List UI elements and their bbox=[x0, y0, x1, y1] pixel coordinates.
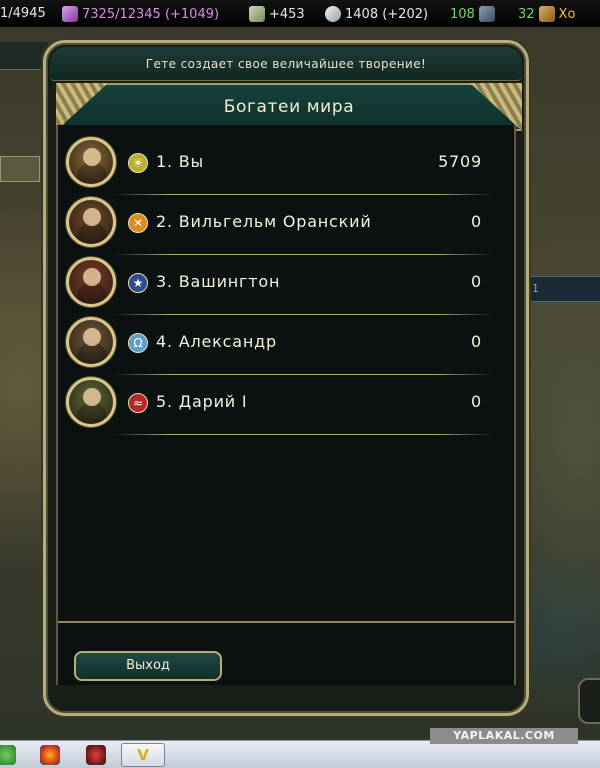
ranking-row[interactable]: ☀ 1. Вы 5709 bbox=[66, 135, 506, 195]
ranking-row[interactable]: ✕ 2. Вильгельм Оранский 0 bbox=[66, 195, 506, 255]
horse-icon bbox=[538, 6, 555, 22]
city-banner-right[interactable]: 1 bbox=[524, 276, 600, 302]
player-name: 1. Вы bbox=[156, 152, 204, 171]
leader-portrait[interactable] bbox=[66, 257, 116, 307]
tourism-icon bbox=[478, 6, 495, 22]
dialog-title: Богатеи мира bbox=[56, 83, 522, 131]
faith-value: 1408 (+202) bbox=[345, 6, 429, 22]
app-icon[interactable] bbox=[86, 745, 106, 765]
resource-bar: 1/4945 7325/12345 (+1049) +453 1408 (+20… bbox=[0, 0, 600, 28]
player-score: 5709 bbox=[438, 152, 482, 171]
player-score: 0 bbox=[471, 332, 482, 351]
active-app-civ-icon[interactable]: V bbox=[121, 743, 165, 767]
player-score: 0 bbox=[471, 212, 482, 231]
gold-value: +453 bbox=[269, 6, 305, 22]
site-watermark: YAPLAKAL.COM bbox=[430, 728, 578, 744]
leader-portrait[interactable] bbox=[66, 317, 116, 367]
os-taskbar: V bbox=[0, 740, 600, 768]
player-score: 0 bbox=[471, 272, 482, 291]
firefox-icon[interactable] bbox=[40, 745, 60, 765]
exit-button[interactable]: Выход bbox=[74, 651, 222, 681]
player-name: 5. Дарий I bbox=[156, 392, 248, 411]
city-banner-left[interactable] bbox=[0, 42, 48, 70]
science-icon bbox=[62, 6, 78, 22]
gold-stat[interactable]: +453 bbox=[249, 6, 305, 22]
science-value: 7325/12345 (+1049) bbox=[82, 6, 220, 22]
sun-icon: ☀ bbox=[128, 153, 148, 173]
turn-counter: 1/4945 bbox=[0, 6, 46, 21]
footer-divider bbox=[58, 621, 514, 623]
tourism-value: 32 bbox=[518, 6, 535, 22]
culture-stat[interactable]: 108 bbox=[450, 6, 495, 22]
notification-strip: Гете создает свое величайшее творение! bbox=[50, 47, 522, 81]
city-banner-right-text: 1 bbox=[532, 282, 539, 295]
faith-stat[interactable]: 1408 (+202) bbox=[325, 6, 428, 22]
player-name: 2. Вильгельм Оранский bbox=[156, 212, 372, 231]
persia-icon: ≈ bbox=[128, 393, 148, 413]
ranking-row[interactable]: ≈5. Дарий I 0 bbox=[66, 375, 506, 435]
gold-icon bbox=[249, 6, 265, 22]
player-score: 0 bbox=[471, 392, 482, 411]
start-icon[interactable] bbox=[0, 745, 16, 765]
next-turn-label: Хо bbox=[558, 6, 576, 22]
turn-counter-text: 1/4945 bbox=[0, 6, 46, 21]
row-divider bbox=[112, 434, 494, 435]
leader-portrait[interactable] bbox=[66, 377, 116, 427]
unit-flag-left[interactable] bbox=[0, 156, 40, 182]
ranking-row[interactable]: Ω 4. Александр 0 bbox=[66, 315, 506, 375]
minimap-toggle-button[interactable] bbox=[578, 678, 600, 724]
leader-portrait[interactable] bbox=[66, 197, 116, 247]
faith-icon bbox=[325, 6, 341, 22]
player-name: 4. Александр bbox=[156, 332, 277, 351]
america-icon: ★ bbox=[128, 273, 148, 293]
leader-portrait[interactable] bbox=[66, 137, 116, 187]
wealthiest-civs-dialog: Гете создает свое величайшее творение! Б… bbox=[43, 40, 529, 716]
culture-value: 108 bbox=[450, 6, 475, 22]
tourism-stat[interactable]: 32 Хо bbox=[518, 6, 575, 22]
science-stat[interactable]: 7325/12345 (+1049) bbox=[62, 6, 219, 22]
player-name: 3. Вашингтон bbox=[156, 272, 281, 291]
netherlands-icon: ✕ bbox=[128, 213, 148, 233]
ranking-row[interactable]: ★ 3. Вашингтон 0 bbox=[66, 255, 506, 315]
greece-icon: Ω bbox=[128, 333, 148, 353]
